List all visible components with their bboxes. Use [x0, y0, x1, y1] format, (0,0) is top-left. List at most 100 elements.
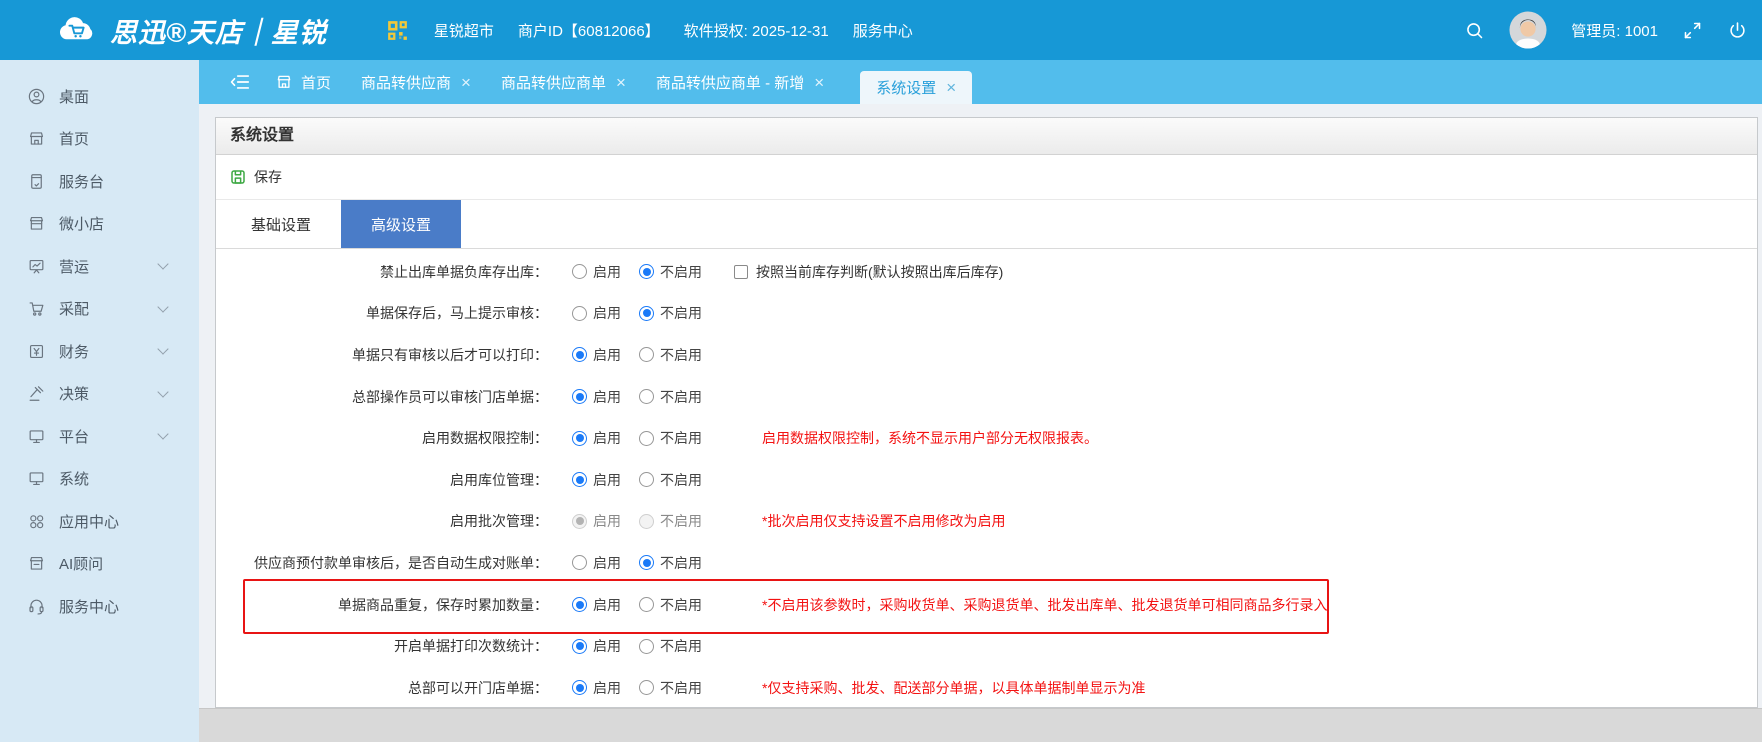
radio-option-disable[interactable]: 不启用 [639, 428, 702, 448]
radio-button[interactable] [572, 472, 587, 488]
setting-label: 禁止出库单据负库存出库： [380, 263, 548, 280]
radio-button[interactable] [572, 305, 587, 321]
tab-item[interactable]: 系统设置 × [860, 71, 973, 104]
micro-store-icon [27, 214, 46, 233]
sidebar-item-micro-store[interactable]: 微小店 [0, 203, 199, 246]
store-name[interactable]: 星锐超市 [434, 20, 494, 41]
admin-user-label[interactable]: 管理员: 1001 [1571, 20, 1658, 41]
sidebar-item-service-desk[interactable]: 服务台 [0, 160, 199, 203]
radio-option-enable[interactable]: 启用 [572, 678, 621, 698]
radio-label: 启用 [593, 638, 621, 655]
radio-option-enable[interactable]: 启用 [572, 595, 621, 615]
radio-label: 启用 [593, 305, 621, 322]
checkbox[interactable] [734, 264, 748, 279]
radio-option-disable[interactable]: 不启用 [639, 387, 702, 407]
radio-option-disable[interactable]: 不启用 [639, 678, 702, 698]
radio-option-enable[interactable]: 启用 [572, 553, 621, 573]
checkbox-option[interactable]: 按照当前库存判断(默认按照出库后库存) [734, 262, 1003, 282]
radio-button[interactable] [639, 638, 654, 654]
setting-label: 单据只有审核以后才可以打印： [352, 346, 548, 363]
tab-close-icon[interactable]: × [946, 79, 956, 96]
setting-note: *仅支持采购、批发、配送部分单据，以具体单据制单显示为准 [762, 679, 1146, 696]
save-icon [231, 170, 245, 184]
sidebar-item-system[interactable]: 系统 [0, 458, 199, 501]
brand-logo-icon [60, 17, 93, 40]
radio-button[interactable] [572, 638, 587, 654]
operations-icon [27, 257, 46, 276]
tab-item[interactable]: 商品转供应商 × [361, 60, 471, 104]
radio-button[interactable] [572, 430, 587, 446]
radio-label: 不启用 [660, 513, 702, 530]
tab-close-icon[interactable]: × [461, 74, 471, 91]
radio-button[interactable] [639, 555, 654, 571]
sidebar-item-desktop[interactable]: 桌面 [0, 75, 199, 118]
radio-option-enable[interactable]: 启用 [572, 262, 621, 282]
settings-tab[interactable]: 高级设置 [341, 200, 461, 248]
search-icon[interactable] [1464, 20, 1485, 41]
radio-option-enable[interactable]: 启用 [572, 387, 621, 407]
radio-label: 不启用 [660, 305, 702, 322]
radio-label: 启用 [593, 554, 621, 571]
sidebar-item-procurement[interactable]: 采配 [0, 288, 199, 331]
avatar[interactable] [1509, 11, 1547, 49]
sidebar-item-ai-advisor[interactable]: AI顾问 [0, 543, 199, 586]
sidebar-item-label: 首页 [59, 131, 90, 149]
radio-option-disable[interactable]: 不启用 [639, 553, 702, 573]
tab-home[interactable]: 首页 [275, 72, 331, 93]
radio-button[interactable] [572, 347, 587, 363]
radio-button[interactable] [639, 389, 654, 405]
qr-code-icon[interactable] [385, 18, 410, 43]
save-button[interactable]: 保存 [229, 167, 282, 187]
chevron-down-icon [157, 258, 169, 270]
radio-option-disable[interactable]: 不启用 [639, 262, 702, 282]
sidebar-item-platform[interactable]: 平台 [0, 415, 199, 458]
tab-item[interactable]: 商品转供应商单 - 新增 × [656, 60, 824, 104]
radio-label: 不启用 [660, 679, 702, 696]
sidebar-item-label: 营运 [59, 258, 90, 276]
radio-option-disable[interactable]: 不启用 [639, 345, 702, 365]
radio-option-enable[interactable]: 启用 [572, 470, 621, 490]
radio-button[interactable] [639, 305, 654, 321]
radio-button[interactable] [639, 597, 654, 613]
sidebar-item-home[interactable]: 首页 [0, 118, 199, 161]
radio-button[interactable] [639, 472, 654, 488]
radio-option-disable[interactable]: 不启用 [639, 636, 702, 656]
sidebar-item-operations[interactable]: 营运 [0, 245, 199, 288]
radio-button[interactable] [572, 680, 587, 696]
collapse-menu-icon[interactable] [229, 71, 251, 93]
sidebar-item-label: 应用中心 [59, 513, 120, 531]
radio-button[interactable] [639, 347, 654, 363]
radio-option-disable[interactable]: 不启用 [639, 470, 702, 490]
tab-item[interactable]: 商品转供应商单 × [501, 60, 626, 104]
radio-button[interactable] [639, 430, 654, 446]
merchant-id: 商户ID【60812066】 [517, 22, 660, 40]
radio-group: 启用 不启用 [572, 595, 712, 615]
system-icon [27, 469, 46, 488]
fullscreen-icon[interactable] [1682, 20, 1703, 41]
radio-option-disable[interactable]: 不启用 [639, 303, 702, 323]
radio-option-enable[interactable]: 启用 [572, 345, 621, 365]
sidebar-item-service-center[interactable]: 服务中心 [0, 585, 199, 628]
radio-option-enable[interactable]: 启用 [572, 428, 621, 448]
radio-label: 不启用 [660, 346, 702, 363]
radio-button[interactable] [639, 680, 654, 696]
radio-button[interactable] [572, 555, 587, 571]
tab-close-icon[interactable]: × [616, 74, 626, 91]
radio-button[interactable] [572, 389, 587, 405]
radio-option-enable[interactable]: 启用 [572, 636, 621, 656]
service-center-link[interactable]: 服务中心 [853, 20, 913, 41]
radio-button[interactable] [572, 264, 587, 280]
radio-option-enable[interactable]: 启用 [572, 303, 621, 323]
tab-close-icon[interactable]: × [814, 74, 824, 91]
settings-tab[interactable]: 基础设置 [221, 200, 341, 248]
sidebar-item-label: 系统 [59, 471, 90, 489]
radio-option-disable[interactable]: 不启用 [639, 595, 702, 615]
power-icon[interactable] [1727, 20, 1748, 41]
sidebar-item-app-center[interactable]: 应用中心 [0, 500, 199, 543]
radio-button[interactable] [639, 264, 654, 280]
chevron-down-icon [157, 301, 169, 313]
sidebar-item-finance[interactable]: 财务 [0, 330, 199, 373]
tab-strip: 首页 商品转供应商 × 商品转供应商单 × 商品转供应商单 - 新增 × 系统设置 × [199, 60, 1762, 104]
radio-button[interactable] [572, 597, 587, 613]
sidebar-item-decision[interactable]: 决策 [0, 373, 199, 416]
